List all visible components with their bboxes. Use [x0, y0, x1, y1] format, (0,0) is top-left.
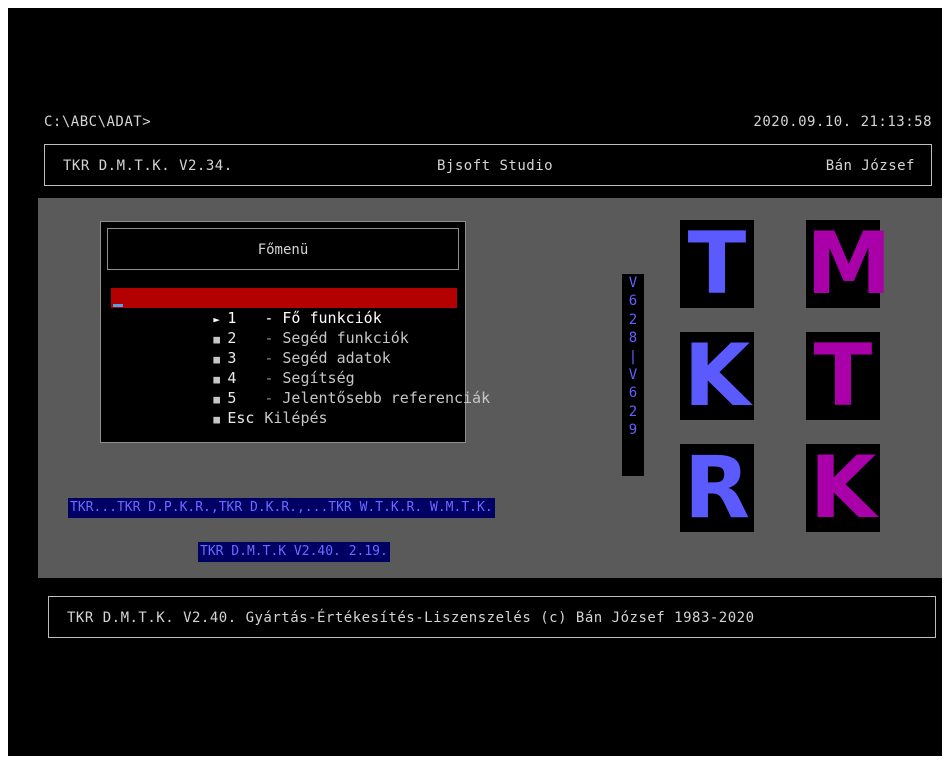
version-char: 6: [628, 293, 638, 310]
version-char: 6: [628, 385, 638, 402]
version-char: 2: [628, 311, 638, 328]
menu-item-help[interactable]: ■ 4 - Segítség: [111, 348, 457, 387]
version-strip: TKR D.M.T.K V2.40. 2.19.: [198, 542, 390, 562]
logo-letter-k-blue: K: [680, 332, 754, 420]
header-app-version: TKR D.M.T.K. V2.34.: [63, 158, 233, 174]
logo-letter-m-magenta: M: [806, 214, 892, 314]
menu-item-exit[interactable]: ■ Esc Kilépés: [111, 388, 457, 427]
menu-item-label: Kilépés: [264, 409, 328, 427]
menu-item-separator: [255, 409, 264, 427]
menu-title: Főmenü: [257, 242, 309, 258]
menu-item-helper-functions[interactable]: ■ 2 - Segéd funkciók: [111, 308, 457, 347]
square-bullet-icon: ■: [213, 413, 220, 426]
product-family-strip: TKR...TKR D.P.K.R.,TKR D.K.R.,...TKR W.T…: [68, 498, 495, 518]
version-char: V: [628, 275, 638, 291]
menu-item-main-functions[interactable]: ► 1 - Fő funkciók: [111, 288, 457, 327]
text-cursor: [113, 304, 123, 307]
version-char: V: [628, 366, 638, 383]
version-char: 8: [628, 330, 638, 347]
header-author: Bán József: [825, 158, 915, 174]
desktop-area: Főmenü ► 1 - Fő funkciók ■ 2 - Segéd funkc…: [38, 198, 942, 578]
menu-item-key: Esc: [227, 409, 255, 427]
version-char: 9: [628, 422, 638, 439]
dos-screen: C:\ABC\ADAT> 2020.09.10. 21:13:58 TKR D.…: [8, 8, 942, 756]
logo-letter-t-blue: T: [680, 220, 754, 308]
logo-letter-t-magenta: T: [806, 332, 880, 420]
header-studio: Bjsoft Studio: [437, 158, 554, 174]
footer-bar: TKR D.M.T.K. V2.40. Gyártás-Értékesítés-…: [48, 596, 936, 638]
version-column: V 6 2 8 | V 6 2 9: [622, 274, 644, 476]
datetime-display: 2020.09.10. 21:13:58: [753, 114, 932, 130]
main-menu: Főmenü ► 1 - Fő funkciók ■ 2 - Segéd funkc…: [100, 221, 490, 443]
header-bar: TKR D.M.T.K. V2.34. Bjsoft Studio Bán Jó…: [44, 144, 932, 186]
logo-letter-k-magenta: K: [806, 444, 880, 532]
version-char: |: [628, 348, 638, 365]
version-char: 2: [628, 403, 638, 420]
menu-items: ► 1 - Fő funkciók ■ 2 - Segéd funkciók ■ 3 …: [111, 288, 490, 427]
logo-letter-r-blue: R: [680, 444, 754, 532]
menu-title-box: Főmenü: [107, 228, 459, 270]
command-prompt-path: C:\ABC\ADAT>: [44, 114, 152, 130]
menu-item-helper-data[interactable]: ■ 3 - Segéd adatok: [111, 328, 457, 367]
menu-item-references[interactable]: ■ 5 - Jelentősebb referenciák: [111, 368, 490, 407]
footer-copyright: TKR D.M.T.K. V2.40. Gyártás-Értékesítés-…: [67, 610, 755, 626]
